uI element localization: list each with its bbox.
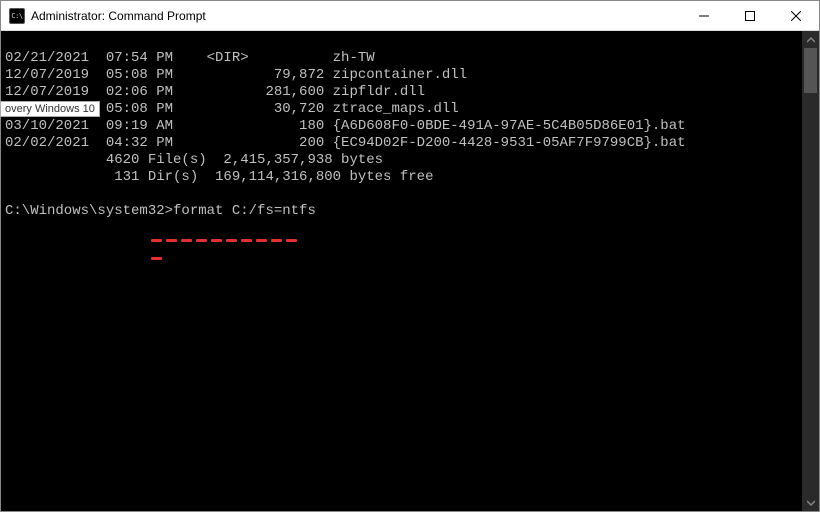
scroll-thumb[interactable] [804, 48, 817, 93]
tooltip-overlay: overy Windows 10 [0, 101, 100, 117]
vertical-scrollbar[interactable] [802, 31, 819, 511]
maximize-button[interactable] [727, 1, 773, 31]
terminal-container: 02/21/2021 07:54 PM <DIR> zh-TW 12/07/20… [1, 31, 819, 511]
maximize-icon [745, 11, 755, 21]
output-line: 4620 File(s) 2,415,357,938 bytes [5, 152, 383, 168]
close-icon [791, 11, 801, 21]
output-line: 12/07/2019 05:08 PM 79,872 zipcontainer.… [5, 67, 467, 83]
app-icon: C:\ [9, 8, 25, 24]
minimize-button[interactable] [681, 1, 727, 31]
window-title: Administrator: Command Prompt [31, 9, 206, 23]
output-line: 02/02/2021 04:32 PM 200 {EC94D02F-D200-4… [5, 135, 686, 151]
close-button[interactable] [773, 1, 819, 31]
scroll-down-arrow[interactable] [802, 494, 819, 511]
window-titlebar: C:\ Administrator: Command Prompt [1, 1, 819, 31]
output-line: 03/10/2021 09:19 AM 180 {A6D608F0-0BDE-4… [5, 118, 686, 134]
output-line: 02/21/2021 07:54 PM <DIR> zh-TW [5, 50, 375, 66]
prompt-line: C:\Windows\system32>format C:/fs=ntfs [5, 203, 316, 219]
output-line: 131 Dir(s) 169,114,316,800 bytes free [5, 169, 433, 185]
scroll-up-arrow[interactable] [802, 31, 819, 48]
annotation-underline [151, 229, 311, 232]
app-icon-text: C:\ [11, 12, 22, 20]
output-line: 12/07/2019 02:06 PM 281,600 zipfldr.dll [5, 84, 425, 100]
terminal-output[interactable]: 02/21/2021 07:54 PM <DIR> zh-TW 12/07/20… [1, 31, 802, 511]
chevron-down-icon [807, 499, 815, 507]
minimize-icon [699, 11, 709, 21]
chevron-up-icon [807, 36, 815, 44]
